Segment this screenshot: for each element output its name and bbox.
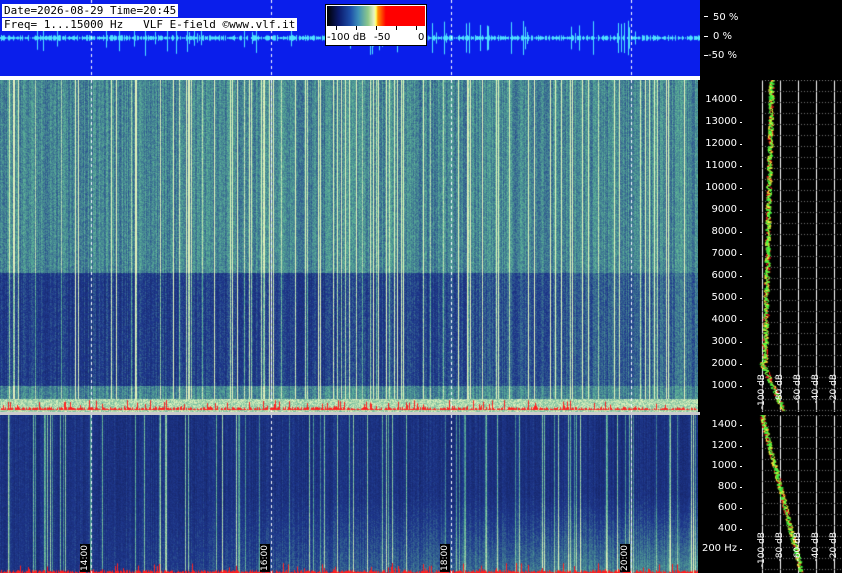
- db-label-low-1: -80 dB: [775, 532, 785, 562]
- db-label-high-4: -20 dB: [829, 374, 839, 404]
- freq-label-low-6: 200 Hz: [701, 543, 737, 555]
- legend-label-max: 0: [418, 32, 425, 43]
- db-label-low-3: -40 dB: [811, 532, 821, 562]
- legend-label-mid: -50: [374, 32, 391, 43]
- amp-label-neg: -50 %: [708, 50, 738, 61]
- db-label-low-2: -60 dB: [793, 532, 803, 562]
- spectrum-profile-high: [742, 80, 842, 412]
- time-label-3: 20:00: [620, 544, 630, 572]
- db-label-low-4: -20 dB: [829, 532, 839, 562]
- freq-label-high-10: 4000: [711, 314, 737, 325]
- freq-label-low-0: 1400: [711, 419, 737, 430]
- freq-label-high-5: 9000: [711, 204, 737, 215]
- freq-label: Freq= 1...15000 Hz VLF E-field ©www.vlf.…: [2, 18, 298, 31]
- freq-label-high-0: 14000: [705, 94, 737, 105]
- legend-colorbar: [327, 6, 425, 26]
- freq-label-high-6: 8000: [711, 226, 737, 237]
- freq-label-high-11: 3000: [711, 336, 737, 347]
- freq-label-high-3: 11000: [705, 160, 737, 171]
- freq-label-low-2: 1000: [711, 460, 737, 472]
- freq-label-low-1: 1200: [711, 439, 737, 451]
- db-label-high-2: -60 dB: [793, 374, 803, 404]
- db-label-high-3: -40 dB: [811, 374, 821, 404]
- freq-label-high-2: 12000: [705, 138, 737, 149]
- date-time-label: Date=2026-08-29 Time=20:45: [2, 4, 179, 17]
- db-color-legend: -100 dB -50 0: [325, 4, 427, 46]
- freq-label-high-12: 2000: [711, 358, 737, 369]
- freq-label-low-5: 400: [717, 522, 737, 534]
- freq-label-low-4: 600: [717, 501, 737, 513]
- time-label-1: 16:00: [260, 544, 270, 572]
- freq-label-high-8: 6000: [711, 270, 737, 281]
- spectrogram-low-band: [0, 415, 698, 573]
- freq-label-high-4: 10000: [705, 182, 737, 193]
- amp-label-zero: 0 %: [713, 31, 733, 42]
- db-label-low-0: -100 dB: [757, 532, 767, 568]
- amplitude-scale: 50 % 0 % -50 %: [700, 0, 842, 76]
- time-label-0: 14:00: [80, 544, 90, 572]
- freq-label-low-3: 800: [717, 481, 737, 493]
- time-label-2: 18:00: [440, 544, 450, 572]
- legend-label-min: -100 dB: [327, 32, 367, 43]
- freq-label-high-9: 5000: [711, 292, 737, 303]
- freq-label-high-7: 7000: [711, 248, 737, 259]
- amp-label-pos: 50 %: [713, 12, 739, 23]
- db-label-high-1: -80 dB: [775, 374, 785, 404]
- spectrogram-high-band: [0, 80, 698, 412]
- db-label-high-0: -100 dB: [757, 374, 767, 410]
- freq-label-high-13: 1000: [711, 380, 737, 391]
- freq-label-high-1: 13000: [705, 116, 737, 127]
